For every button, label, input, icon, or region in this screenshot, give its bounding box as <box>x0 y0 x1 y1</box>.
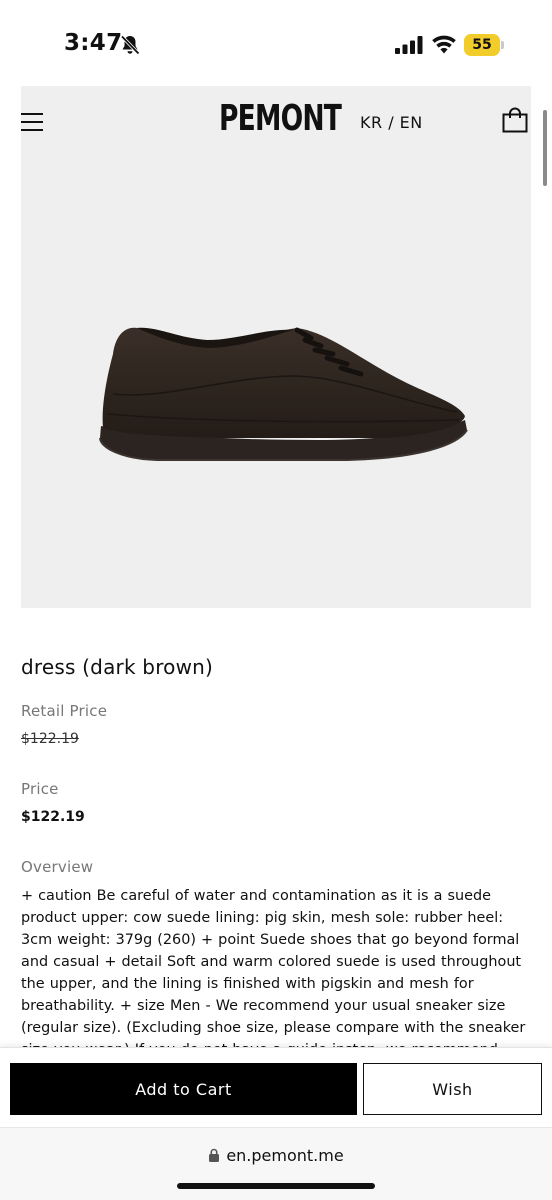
wifi-icon <box>432 35 456 54</box>
menu-icon[interactable] <box>21 110 45 134</box>
action-bar: Add to Cart Wish <box>0 1047 552 1127</box>
battery-icon: 55 <box>464 34 504 56</box>
brand-logo[interactable]: PEMONT <box>219 98 342 139</box>
lock-icon <box>209 1148 220 1162</box>
shoe-image <box>99 327 468 461</box>
price: $122.19 <box>21 809 85 825</box>
status-time: 3:47 <box>64 30 123 56</box>
product-title: dress (dark brown) <box>21 655 214 679</box>
overview-text: + caution Be careful of water and contam… <box>21 888 526 1047</box>
status-bar: 3:47 55 <box>0 0 552 88</box>
scrollbar[interactable] <box>543 110 547 186</box>
add-to-cart-button[interactable]: Add to Cart <box>10 1063 357 1115</box>
browser-url-bar[interactable]: en.pemont.me <box>0 1127 552 1200</box>
product-image[interactable]: PEMONT KR / EN <box>21 86 531 608</box>
overview-label: Overview <box>21 858 94 876</box>
language-switch[interactable]: KR / EN <box>360 113 423 132</box>
wish-button[interactable]: Wish <box>363 1063 542 1115</box>
shopping-bag-icon[interactable] <box>501 106 529 134</box>
bell-slash-icon <box>120 35 140 55</box>
url-display[interactable]: en.pemont.me <box>0 1146 552 1165</box>
retail-price: $122.19 <box>21 731 79 747</box>
retail-price-label: Retail Price <box>21 702 108 720</box>
url-text: en.pemont.me <box>226 1146 344 1165</box>
signal-icon <box>395 36 423 54</box>
price-label: Price <box>21 780 59 798</box>
battery-level: 55 <box>472 37 492 53</box>
home-indicator <box>177 1183 375 1189</box>
